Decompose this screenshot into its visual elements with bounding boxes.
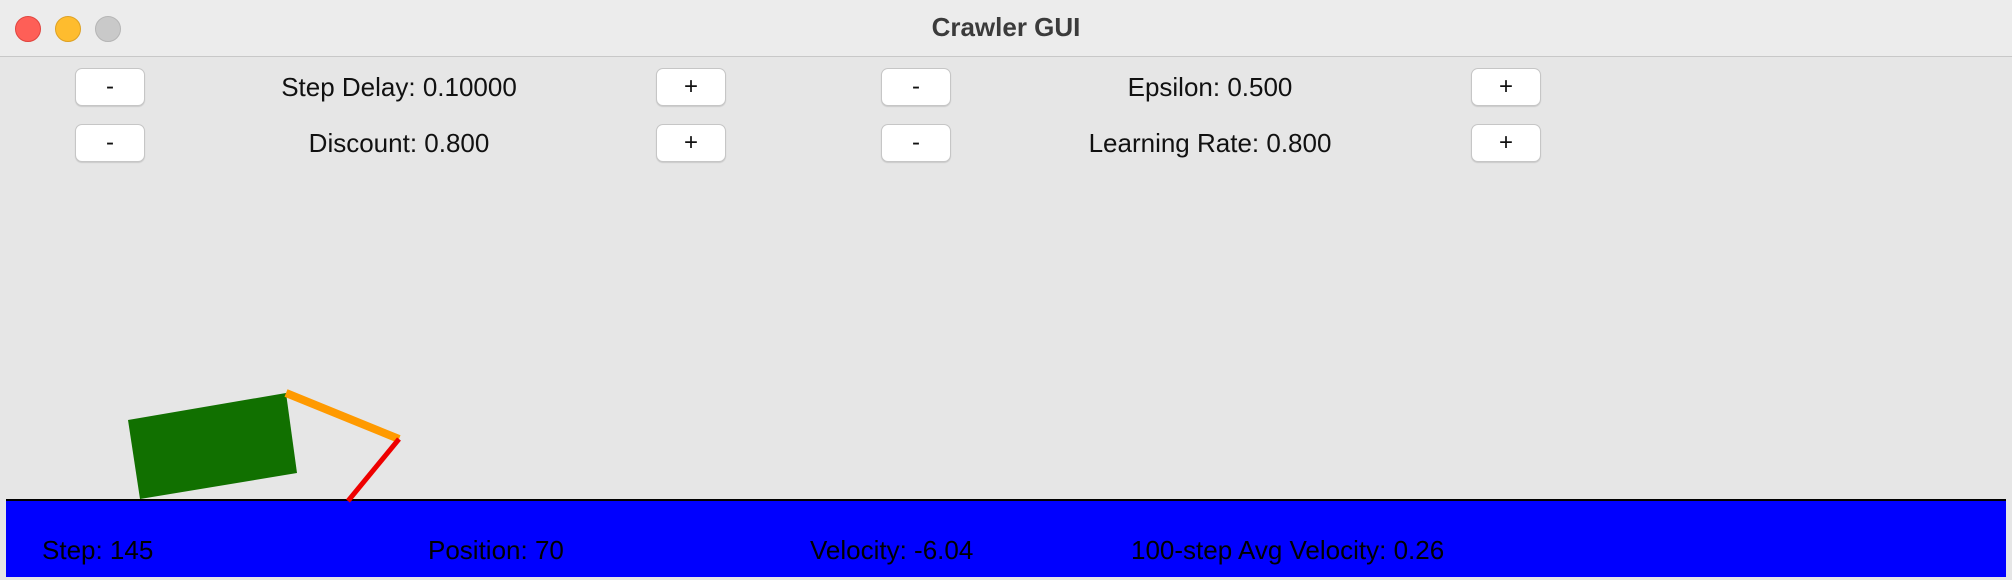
velocity-readout: Velocity: -6.04 [810, 535, 974, 565]
crawler-body [128, 393, 297, 499]
crawler-arm [284, 389, 401, 443]
crawler-hand [346, 437, 401, 503]
crawler-canvas [128, 389, 401, 503]
step-counter: Step: 145 [42, 535, 154, 565]
window-title: Crawler GUI [931, 12, 1081, 42]
title-bar: Crawler GUI [0, 0, 2012, 57]
position-readout: Position: 70 [428, 535, 564, 565]
avg-velocity-readout: 100-step Avg Velocity: 0.26 [1131, 535, 1445, 565]
